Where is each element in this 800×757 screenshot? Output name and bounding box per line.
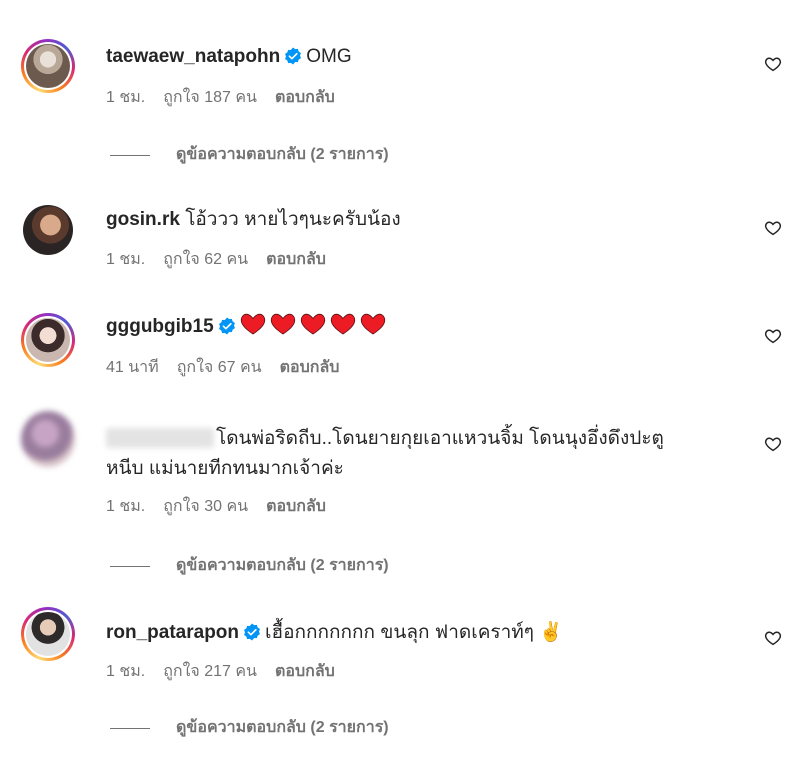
avatar[interactable] (21, 411, 75, 467)
view-replies-label: ดูข้อความตอบกลับ (2 รายการ) (176, 557, 389, 574)
divider (110, 154, 150, 156)
comment-text: โดนพ่อริดถีบ..โดนยายกุยเอาแหวนจิ้ม โดนนุ… (216, 428, 664, 449)
view-replies-button[interactable]: ดูข้อความตอบกลับ (2 รายการ) (110, 145, 389, 165)
avatar-image (23, 205, 73, 255)
avatar-image (21, 411, 75, 467)
username[interactable]: taewaew_natapohn (106, 46, 280, 67)
view-replies-label: ดูข้อความตอบกลับ (2 รายการ) (176, 146, 389, 163)
reply-button[interactable]: ตอบกลับ (275, 89, 335, 106)
comment-time[interactable]: 1 ชม. (106, 663, 145, 680)
comment-item: ron_patarapon เฮื้อกกกกกกก ขนลุก ฟาดเคราท… (0, 590, 800, 757)
username[interactable]: gggubgib15 (106, 316, 214, 337)
comment-item: gosin.rk โอ้ววว หายไวๆนะครับน้อง 1 ชม. ถู… (0, 190, 800, 300)
divider (110, 727, 150, 729)
like-count[interactable]: ถูกใจ 62 คน (163, 251, 248, 268)
comment-item: โดนพ่อริดถีบ..โดนยายกุยเอาแหวนจิ้ม โดนนุ… (0, 400, 800, 590)
heart-icon[interactable] (764, 219, 782, 237)
heart-icon[interactable] (764, 327, 782, 345)
verified-badge-icon (243, 621, 261, 651)
heart-icon[interactable] (764, 55, 782, 73)
heart-icon[interactable] (764, 629, 782, 647)
like-count[interactable]: ถูกใจ 217 คน (163, 663, 257, 680)
avatar-image (26, 318, 70, 362)
heart-emoji-icon (240, 313, 385, 335)
comment-text: OMG (306, 46, 352, 67)
comment-text: เฮื้อกกกกกกก ขนลุก ฟาดเคราท์ๆ ✌️ (265, 622, 563, 643)
reply-button[interactable]: ตอบกลับ (275, 663, 335, 680)
verified-badge-icon (218, 315, 236, 345)
reply-button[interactable]: ตอบกลับ (280, 359, 340, 376)
comment-item: taewaew_natapohn OMG 1 ชม. ถูกใจ 187 คน ตอบ… (0, 0, 800, 190)
avatar[interactable] (21, 203, 75, 257)
username[interactable]: ron_patarapon (106, 622, 239, 643)
view-replies-label: ดูข้อความตอบกลับ (2 รายการ) (176, 719, 389, 736)
heart-icon[interactable] (764, 435, 782, 453)
like-count[interactable]: ถูกใจ 67 คน (177, 359, 262, 376)
view-replies-button[interactable]: ดูข้อความตอบกลับ (2 รายการ) (110, 556, 389, 576)
comment-time[interactable]: 1 ชม. (106, 498, 145, 515)
reply-button[interactable]: ตอบกลับ (266, 498, 326, 515)
comment-text-continued: หนีบ แม่นายทีกทนมากเจ้าค่ะ (106, 458, 344, 479)
avatar[interactable] (21, 313, 75, 367)
avatar-image (26, 44, 70, 88)
reply-button[interactable]: ตอบกลับ (266, 251, 326, 268)
comment-time[interactable]: 1 ชม. (106, 89, 145, 106)
username[interactable]: gosin.rk (106, 209, 180, 230)
comment-text: โอ้ววว หายไวๆนะครับน้อง (185, 209, 401, 230)
avatar-image (26, 612, 70, 656)
blurred-username (106, 428, 214, 448)
divider (110, 565, 150, 567)
comment-text (240, 312, 390, 346)
like-count[interactable]: ถูกใจ 30 คน (163, 498, 248, 515)
like-count[interactable]: ถูกใจ 187 คน (163, 89, 257, 106)
avatar[interactable] (21, 607, 75, 661)
verified-badge-icon (284, 45, 302, 75)
view-replies-button[interactable]: ดูข้อความตอบกลับ (2 รายการ) (110, 718, 389, 738)
comment-item: gggubgib15 41 นาที ถูกใจ 67 คน ตอบกลับ (0, 300, 800, 400)
comment-time[interactable]: 1 ชม. (106, 251, 145, 268)
comment-time[interactable]: 41 นาที (106, 359, 159, 376)
avatar[interactable] (21, 39, 75, 93)
